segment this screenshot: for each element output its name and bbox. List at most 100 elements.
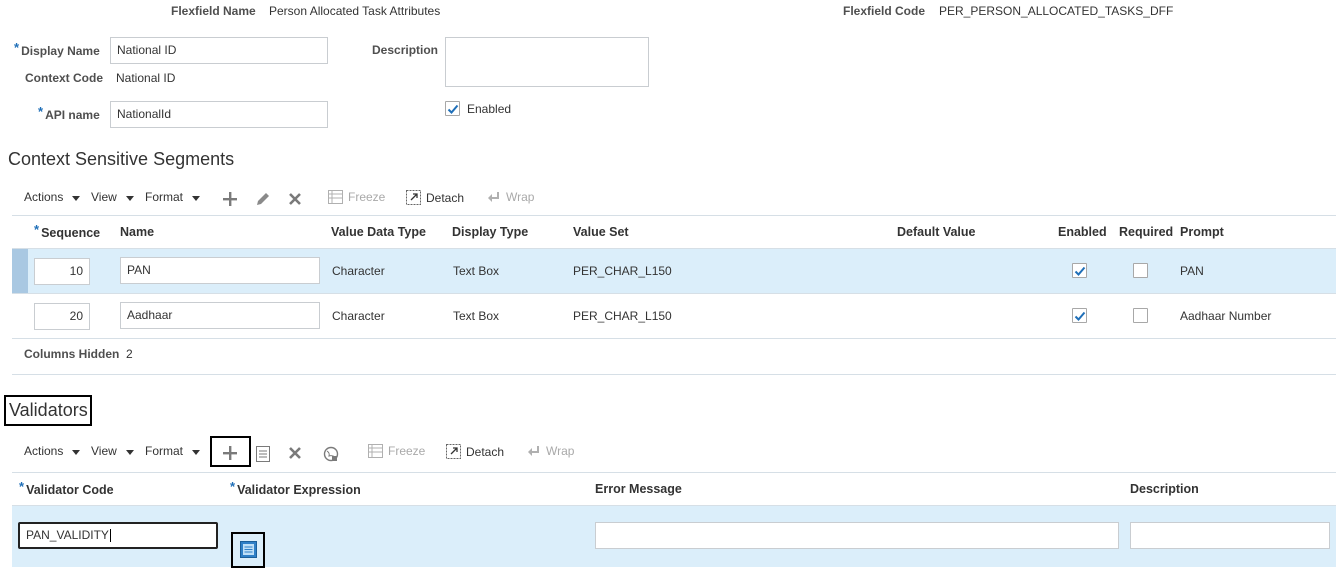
caret-down-icon	[192, 195, 201, 201]
row-selection-marker	[12, 249, 28, 293]
detach-icon	[406, 190, 421, 205]
validators-wrap-button[interactable]: Wrap	[527, 444, 574, 458]
name-input[interactable]: Aadhaar	[120, 302, 320, 329]
column-header-prompt[interactable]: Prompt	[1180, 225, 1224, 239]
required-star: *	[14, 40, 20, 55]
view-label: View	[91, 444, 117, 458]
validators-section-title: Validators	[9, 400, 88, 420]
required-star: *	[230, 479, 236, 494]
segments-footer-border	[12, 374, 1336, 375]
validators-freeze-button[interactable]: Freeze	[368, 444, 425, 458]
sequence-input[interactable]: 10	[34, 258, 90, 285]
detach-label: Detach	[426, 190, 465, 205]
column-header-validator-code-text: Validator Code	[26, 483, 114, 497]
column-header-required[interactable]: Required	[1119, 225, 1173, 239]
expression-editor-button[interactable]	[240, 541, 257, 558]
view-label: View	[91, 190, 117, 204]
flexfield-name-label: Flexfield Name	[171, 4, 256, 18]
text-cursor	[109, 529, 111, 543]
actions-label: Actions	[24, 190, 64, 204]
sequence-input[interactable]: 20	[34, 303, 90, 330]
column-header-validator-expression[interactable]: * Validator Expression	[230, 479, 361, 497]
validators-detach-button[interactable]: Detach	[446, 444, 504, 459]
segments-add-button[interactable]	[222, 191, 238, 207]
checkmark-icon	[1074, 311, 1086, 321]
value-data-type-cell: Character	[332, 264, 385, 278]
required-star: *	[34, 222, 40, 237]
description-label: Description	[372, 43, 439, 57]
segments-wrap-button[interactable]: Wrap	[487, 190, 534, 204]
error-message-input[interactable]	[595, 522, 1119, 549]
column-header-validator-code[interactable]: * Validator Code	[19, 479, 114, 497]
prompt-cell: PAN	[1180, 264, 1204, 278]
enabled-label: Enabled	[467, 102, 512, 116]
segments-edit-button[interactable]	[254, 191, 272, 207]
caret-down-icon	[72, 195, 81, 201]
delete-icon	[289, 193, 301, 205]
column-header-description[interactable]: Description	[1130, 482, 1199, 496]
detach-label: Detach	[466, 444, 505, 459]
segments-actions-menu[interactable]: Actions	[24, 190, 81, 204]
column-header-value-set[interactable]: Value Set	[573, 225, 629, 239]
segments-toolbar: Actions View Format Freeze Detach Wrap	[0, 190, 1344, 208]
description-textarea[interactable]	[445, 37, 649, 87]
column-header-enabled[interactable]: Enabled	[1058, 225, 1107, 239]
segments-view-menu[interactable]: View	[91, 190, 134, 204]
column-header-display-type[interactable]: Display Type	[452, 225, 528, 239]
column-header-validator-expression-text: Validator Expression	[237, 483, 361, 497]
row-enabled-checkbox[interactable]	[1072, 263, 1087, 278]
validators-table-top-border	[12, 472, 1336, 473]
validator-description-input[interactable]	[1130, 522, 1330, 549]
validators-list-button[interactable]	[255, 445, 271, 462]
row-enabled-checkbox[interactable]	[1072, 308, 1087, 323]
validators-add-button[interactable]	[222, 445, 238, 461]
flexfield-name-value: Person Allocated Task Attributes	[269, 4, 441, 18]
validators-format-menu[interactable]: Format	[145, 444, 201, 458]
api-name-label-text: API name	[45, 108, 100, 122]
column-header-error-message[interactable]: Error Message	[595, 482, 682, 496]
validator-code-input[interactable]: PAN_VALIDITY	[18, 522, 218, 549]
context-code-label: Context Code	[25, 71, 103, 85]
format-label: Format	[145, 444, 184, 458]
segments-table-top-border	[12, 215, 1336, 216]
enabled-checkbox[interactable]	[445, 101, 460, 116]
freeze-label: Freeze	[348, 190, 386, 204]
segments-delete-button[interactable]	[287, 191, 303, 207]
column-header-value-data-type[interactable]: Value Data Type	[331, 225, 426, 239]
row-required-checkbox[interactable]	[1133, 263, 1148, 278]
validators-globe-button[interactable]	[322, 445, 339, 462]
flexfield-code-value: PER_PERSON_ALLOCATED_TASKS_DFF	[939, 4, 1174, 18]
validators-delete-button[interactable]	[287, 445, 303, 461]
freeze-icon	[328, 190, 343, 204]
column-header-name[interactable]: Name	[120, 225, 154, 239]
format-label: Format	[145, 190, 184, 204]
flexfield-code-label: Flexfield Code	[843, 4, 926, 18]
api-name-input[interactable]: NationalId	[110, 101, 328, 128]
wrap-icon	[528, 445, 539, 456]
column-header-default-value[interactable]: Default Value	[897, 225, 976, 239]
validators-view-menu[interactable]: View	[91, 444, 134, 458]
value-set-cell: PER_CHAR_L150	[573, 309, 672, 323]
name-input[interactable]: PAN	[120, 257, 320, 284]
segments-freeze-button[interactable]: Freeze	[328, 190, 385, 204]
display-name-label: * Display Name	[14, 40, 100, 58]
checkmark-icon	[447, 104, 459, 114]
add-icon	[223, 446, 237, 460]
api-name-label: * API name	[38, 104, 100, 122]
edit-icon	[257, 193, 269, 205]
freeze-label: Freeze	[388, 444, 426, 458]
columns-hidden-value: 2	[126, 347, 133, 361]
display-type-cell: Text Box	[453, 264, 500, 278]
segments-format-menu[interactable]: Format	[145, 190, 201, 204]
column-header-sequence[interactable]: * Sequence	[34, 222, 100, 240]
wrap-icon	[488, 191, 499, 202]
freeze-icon	[368, 444, 383, 458]
segments-detach-button[interactable]: Detach	[406, 190, 464, 205]
caret-down-icon	[125, 449, 134, 455]
value-set-cell: PER_CHAR_L150	[573, 264, 672, 278]
required-star: *	[38, 104, 44, 119]
display-name-input[interactable]: National ID	[110, 37, 328, 64]
row-required-checkbox[interactable]	[1133, 308, 1148, 323]
validator-code-text: PAN_VALIDITY	[26, 528, 109, 542]
validators-actions-menu[interactable]: Actions	[24, 444, 81, 458]
